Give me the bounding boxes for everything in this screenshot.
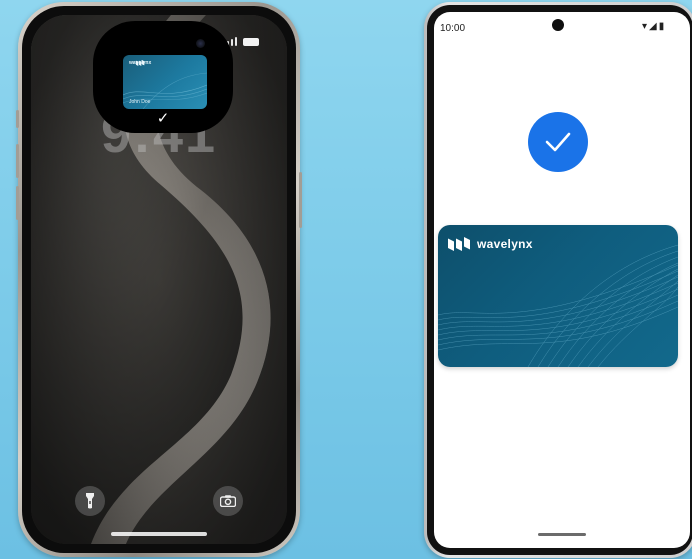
flashlight-button[interactable] <box>75 486 105 516</box>
cellular-signal-icon: ◢ <box>649 21 657 32</box>
action-button <box>16 110 19 128</box>
flashlight-icon <box>86 493 94 509</box>
battery-icon <box>243 37 259 46</box>
dynamic-island-wallet-alert: wavelynx John Doe ✓ <box>93 21 233 133</box>
camera-button[interactable] <box>213 486 243 516</box>
front-camera-icon <box>196 39 205 48</box>
island-card-brand: wavelynx <box>129 60 151 66</box>
wavelynx-logo-icon <box>448 237 470 251</box>
front-camera-icon <box>552 19 564 31</box>
camera-icon <box>220 495 236 507</box>
status-time: 10:00 <box>440 23 466 34</box>
island-wallet-card[interactable]: wavelynx John Doe <box>123 55 207 109</box>
iphone-bezel: 9:41 John Doe ✓ <box>22 6 296 553</box>
wavelynx-wallet-card[interactable]: wavelynx <box>438 225 678 367</box>
wifi-icon: ▾ <box>642 21 648 32</box>
home-indicator[interactable] <box>111 532 207 536</box>
gesture-nav-bar[interactable] <box>538 533 586 536</box>
card-brand-name: wavelynx <box>477 237 533 251</box>
power-button <box>299 172 302 228</box>
battery-icon: ▮ <box>658 21 665 32</box>
android-device: 10:00 ▾ ◢ ▮ wavelynx <box>424 2 692 558</box>
android-status-icons: ▾ ◢ ▮ <box>642 22 664 32</box>
payment-success-indicator <box>528 112 588 172</box>
android-wallet-screen: 10:00 ▾ ◢ ▮ wavelynx <box>434 12 690 548</box>
iphone-lock-screen: 9:41 John Doe ✓ <box>31 15 287 544</box>
iphone-device: 9:41 John Doe ✓ <box>16 2 302 557</box>
island-card-holder-name: John Doe <box>129 99 151 105</box>
checkmark-circle-icon <box>545 132 571 152</box>
checkmark-icon: ✓ <box>156 110 170 127</box>
wavelynx-logo-icon <box>135 60 145 66</box>
volume-down-button <box>16 186 19 220</box>
card-brand: wavelynx <box>448 237 533 251</box>
volume-up-button <box>16 144 19 178</box>
